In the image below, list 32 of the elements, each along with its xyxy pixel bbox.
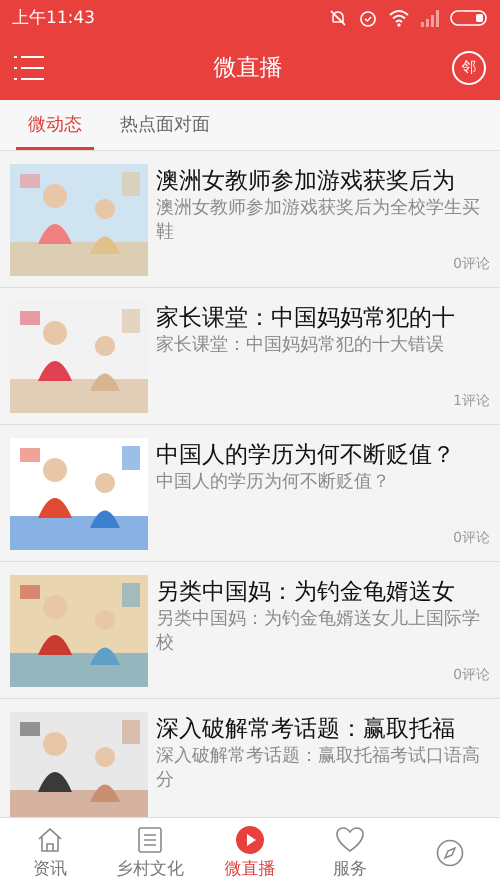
- comment-count: 1评论: [453, 392, 490, 410]
- comment-count: 0评论: [453, 255, 490, 273]
- heart-icon: [335, 826, 365, 854]
- muted-bell-icon: [328, 8, 348, 28]
- page-title: 微直播: [214, 54, 282, 83]
- article-summary: 另类中国妈：为钓金龟婿送女儿上国际学校: [156, 607, 481, 655]
- wifi-icon: [388, 8, 410, 26]
- nav-item[interactable]: 服务: [300, 818, 400, 888]
- comment-count: 0评论: [453, 666, 490, 684]
- article-title: 澳洲女教师参加游戏获奖后为: [156, 167, 456, 196]
- signal-icon: [420, 8, 440, 26]
- status-time: 上午11:43: [12, 7, 95, 29]
- menu-icon[interactable]: [14, 54, 44, 80]
- battery-icon: [450, 8, 488, 26]
- article-title: 深入破解常考话题：赢取托福: [156, 715, 456, 744]
- article-title: 另类中国妈：为钓金龟婿送女: [156, 578, 456, 607]
- article-summary: 深入破解常考话题：赢取托福考试口语高分: [156, 744, 481, 792]
- article-title: 家长课堂：中国妈妈常犯的十: [156, 304, 456, 333]
- document-icon: [136, 826, 164, 854]
- nav-item[interactable]: 微直播: [200, 818, 300, 888]
- tab[interactable]: 热点面对面: [108, 100, 222, 150]
- home-icon: [36, 826, 64, 854]
- article-title: 中国人的学历为何不断贬值？: [156, 441, 456, 470]
- compass-icon: [436, 839, 464, 867]
- play-icon: [236, 826, 264, 854]
- comment-count: 0评论: [453, 529, 490, 547]
- article-summary: 家长课堂：中国妈妈常犯的十大错误: [156, 333, 445, 357]
- nav-item[interactable]: 乡村文化: [100, 818, 200, 888]
- neighbor-button[interactable]: 邻: [452, 50, 486, 84]
- article-summary: 中国人的学历为何不断贬值？: [156, 470, 391, 494]
- nav-item[interactable]: 资讯: [0, 818, 100, 888]
- article-summary: 澳洲女教师参加游戏获奖后为全校学生买鞋: [156, 196, 481, 244]
